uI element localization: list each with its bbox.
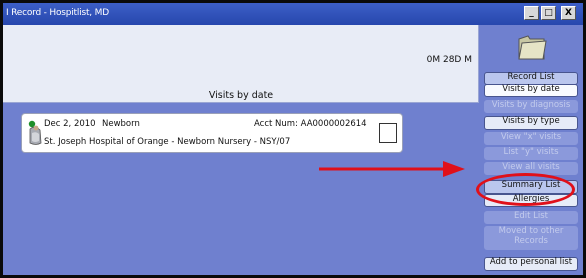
edit-list-button[interactable]: Edit List — [484, 211, 578, 224]
visits-by-diagnosis-button[interactable]: Visits by diagnosis — [484, 100, 578, 113]
view-caption: Visits by date — [208, 90, 274, 101]
visit-list-item[interactable]: Dec 2, 2010 Newborn Acct Num: AA00000026… — [21, 113, 403, 153]
moved-to-other-records-button[interactable]: Moved to other Records — [484, 226, 578, 250]
visits-list-area: Dec 2, 2010 Newborn Acct Num: AA00000026… — [3, 103, 479, 275]
patient-age-sex: 0M 28D M — [426, 55, 472, 65]
close-button[interactable]: X — [561, 6, 576, 20]
title-bar: I Record - Hospitlist, MD _ □ X — [3, 3, 583, 25]
records-label: Records — [514, 235, 548, 246]
visits-by-type-button[interactable]: Visits by type — [484, 116, 578, 130]
visits-by-date-button[interactable]: Visits by date — [484, 84, 578, 97]
visit-date: Dec 2, 2010 — [44, 119, 96, 129]
red-arrow-icon — [319, 161, 465, 177]
add-to-personal-list-button[interactable]: Add to personal list — [484, 257, 578, 271]
folder-icon[interactable] — [516, 31, 548, 63]
account-number: Acct Num: AA0000002614 — [254, 119, 367, 129]
maximize-button[interactable]: □ — [541, 6, 556, 20]
visit-type: Newborn — [102, 119, 140, 129]
minimize-button[interactable]: _ — [524, 6, 539, 20]
application-window: I Record - Hospitlist, MD _ □ X 0M 28D M… — [0, 0, 586, 278]
visit-select-checkbox[interactable] — [379, 123, 397, 143]
baby-icon — [28, 120, 42, 145]
window-title: I Record - Hospitlist, MD — [6, 8, 109, 18]
patient-header-panel: 0M 28D M Visits by date — [3, 25, 479, 103]
red-highlight-circle — [476, 173, 575, 206]
list-y-visits-button[interactable]: List "y" visits — [484, 147, 578, 160]
visit-location: St. Joseph Hospital of Orange - Newborn … — [44, 137, 291, 147]
view-x-visits-button[interactable]: View "x" visits — [484, 132, 578, 145]
navigation-sidebar: Record List Visits by date Visits by dia… — [479, 25, 583, 275]
